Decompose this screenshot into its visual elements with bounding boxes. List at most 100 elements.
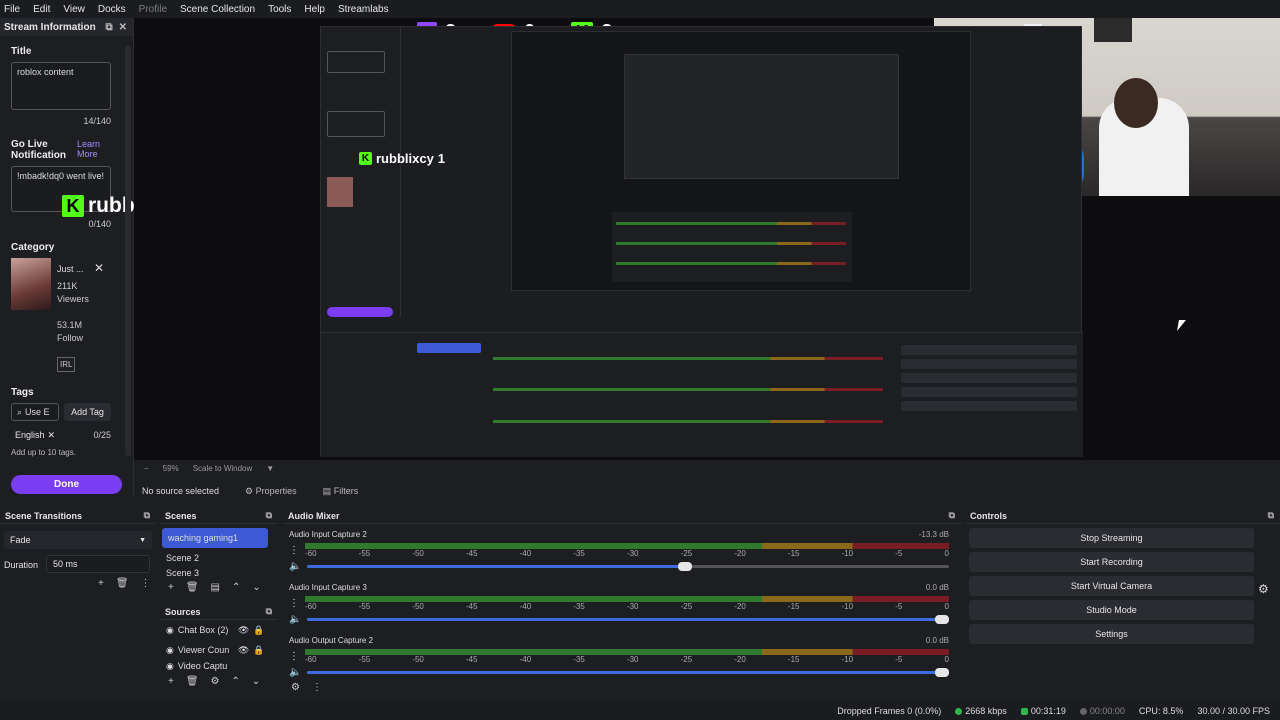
gear-icon[interactable]: ⚙ (211, 676, 220, 687)
menu-help[interactable]: Help (304, 4, 325, 15)
meter-ticks: -60 -55 -50 -45 -40 -35 -30 -25 -20 -15 -10 -5 0 (305, 602, 949, 611)
arrow-down-icon[interactable]: ⌄ (252, 582, 260, 593)
menu-streamlabs[interactable]: Streamlabs (338, 4, 389, 15)
float-icon[interactable]: ⧉ (105, 22, 112, 33)
browser-source-icon: ◉ (166, 624, 174, 635)
category-viewers: 211K (57, 281, 78, 291)
dock-menu-icon[interactable]: ⧉ (1268, 510, 1274, 521)
dock-menu-icon[interactable]: ⧉ (949, 510, 955, 521)
eye-icon[interactable]: 👁 (238, 625, 249, 636)
live-time-value: 00:31:19 (1030, 706, 1066, 716)
more-icon[interactable]: ⋮ (289, 651, 299, 662)
speaker-icon[interactable]: 🔈 (289, 561, 301, 572)
volume-slider[interactable] (307, 668, 949, 677)
more-icon[interactable]: ⋮ (141, 578, 151, 589)
trash-icon[interactable]: 🗑 (116, 578, 129, 589)
more-icon[interactable]: ⋮ (312, 682, 322, 693)
more-icon[interactable]: ⋮ (289, 598, 299, 609)
speaker-icon[interactable]: 🔈 (289, 614, 301, 625)
sources-header: Sources ⧉ (160, 604, 278, 620)
trash-icon[interactable]: 🗑 (186, 582, 199, 593)
menu-docks[interactable]: Docks (98, 4, 126, 15)
tag-search-input[interactable]: ⌕ Use E (11, 403, 59, 421)
lock-icon[interactable]: 🔒 (253, 645, 264, 656)
dock-menu-icon[interactable]: ⧉ (144, 510, 150, 521)
category-remove-icon[interactable]: ✕ (94, 261, 104, 275)
nested-mixer-2 (612, 212, 852, 282)
start-virtual-camera-button[interactable]: Start Virtual Camera (969, 576, 1254, 596)
menu-scene-collection[interactable]: Scene Collection (180, 4, 255, 15)
meter-tick-label: 0 (944, 602, 949, 611)
source-name: Chat Box (2) (177, 625, 229, 635)
arrow-up-icon[interactable]: ⌃ (232, 582, 240, 593)
add-icon[interactable]: + (168, 582, 174, 593)
learn-more-link[interactable]: Learn More (77, 139, 100, 159)
add-tag-button[interactable]: Add Tag (64, 403, 111, 421)
speaker-icon[interactable]: 🔈 (289, 667, 301, 678)
stop-streaming-button[interactable]: Stop Streaming (969, 528, 1254, 548)
audio-mixer-header: Audio Mixer ⧉ (283, 508, 961, 524)
nested-meter-2b (616, 242, 846, 245)
menu-edit[interactable]: Edit (33, 4, 50, 15)
channel-meter-wrap: -60 -55 -50 -45 -40 -35 -30 -25 -20 -15 -10 -5 0 (305, 649, 949, 664)
preview-canvas[interactable]: 2 0 K 2 K rubblixcy 1 (134, 18, 1280, 460)
eye-icon[interactable]: 👁 (238, 645, 249, 656)
source-item[interactable]: ◉ Video Captu (160, 660, 278, 672)
close-icon[interactable]: ✕ (119, 22, 127, 33)
filter-icon[interactable]: ▤ (211, 582, 220, 593)
more-link[interactable]: More (77, 149, 100, 159)
volume-slider-knob[interactable] (678, 562, 693, 571)
scale-mode[interactable]: Scale to Window (193, 464, 253, 473)
channel-meter-row: ⋮ -60 -55 -50 -45 -40 -35 -30 -25 -20 -15 -10 -5 0 (289, 596, 949, 611)
volume-slider-knob[interactable] (935, 615, 949, 624)
trash-icon[interactable]: 🗑 (186, 676, 199, 687)
tag-remove-icon[interactable]: ✕ (48, 430, 56, 441)
preview-zoom-bar: − 59% Scale to Window ▼ (134, 460, 1280, 476)
zoom-out-icon[interactable]: − (144, 464, 149, 473)
duration-label: Duration (4, 560, 39, 570)
properties-button[interactable]: ⚙ Properties (245, 486, 297, 497)
done-button[interactable]: Done (11, 475, 122, 494)
irl-tag: IRL (57, 357, 76, 372)
menu-bar: File Edit View Docks Profile Scene Colle… (0, 0, 1280, 18)
add-icon[interactable]: + (168, 676, 174, 687)
duration-input[interactable]: 50 ms (46, 555, 150, 573)
meter-tick-label: -50 (412, 602, 424, 611)
settings-button[interactable]: Settings (969, 624, 1254, 644)
volume-slider[interactable] (307, 562, 949, 571)
nested-control-5 (901, 401, 1077, 411)
start-recording-button[interactable]: Start Recording (969, 552, 1254, 572)
virtual-camera-settings-icon[interactable]: ⚙ (1258, 582, 1269, 596)
menu-tools[interactable]: Tools (268, 4, 291, 15)
studio-mode-button[interactable]: Studio Mode (969, 600, 1254, 620)
meter-tick-label: -60 (305, 549, 317, 558)
menu-file[interactable]: File (4, 4, 20, 15)
scrollbar[interactable] (125, 46, 131, 456)
source-item[interactable]: ◉ Viewer Coun 👁 🔒 (160, 640, 278, 660)
gear-icon[interactable]: ⚙ (291, 682, 300, 693)
scene-item[interactable]: Scene 2 (160, 548, 278, 568)
mixer-channel: Audio Input Capture 3 0.0 dB ⋮ -60 -55 -50 -45… (289, 583, 949, 633)
chevron-down-icon[interactable]: ▼ (266, 464, 274, 473)
filters-button[interactable]: ▤ Filters (323, 486, 359, 497)
learn-link[interactable]: Learn (77, 139, 100, 149)
dock-menu-icon[interactable]: ⧉ (266, 510, 272, 521)
zoom-level: 59% (162, 463, 179, 473)
source-item[interactable]: ◉ Chat Box (2) 👁 🔒 (160, 620, 278, 640)
arrow-up-icon[interactable]: ⌃ (232, 676, 240, 687)
menu-profile[interactable]: Profile (139, 4, 167, 15)
scene-item[interactable]: Scene 3 (160, 568, 278, 578)
volume-slider-knob[interactable] (935, 668, 949, 677)
menu-view[interactable]: View (63, 4, 85, 15)
nested-meter-2a (616, 222, 846, 225)
arrow-down-icon[interactable]: ⌄ (252, 676, 260, 687)
transition-select[interactable]: Fade ▼ (4, 531, 152, 549)
mixer-channel: Audio Output Capture 2 0.0 dB ⋮ -60 -55 -50 -4… (289, 636, 949, 686)
lock-icon[interactable]: 🔒 (253, 625, 264, 636)
more-icon[interactable]: ⋮ (289, 545, 299, 556)
volume-slider[interactable] (307, 615, 949, 624)
dock-menu-icon[interactable]: ⧉ (266, 606, 272, 617)
scene-item[interactable]: waching gaming1 (162, 528, 268, 548)
title-input[interactable]: roblox content (11, 62, 111, 110)
add-icon[interactable]: + (98, 578, 104, 589)
